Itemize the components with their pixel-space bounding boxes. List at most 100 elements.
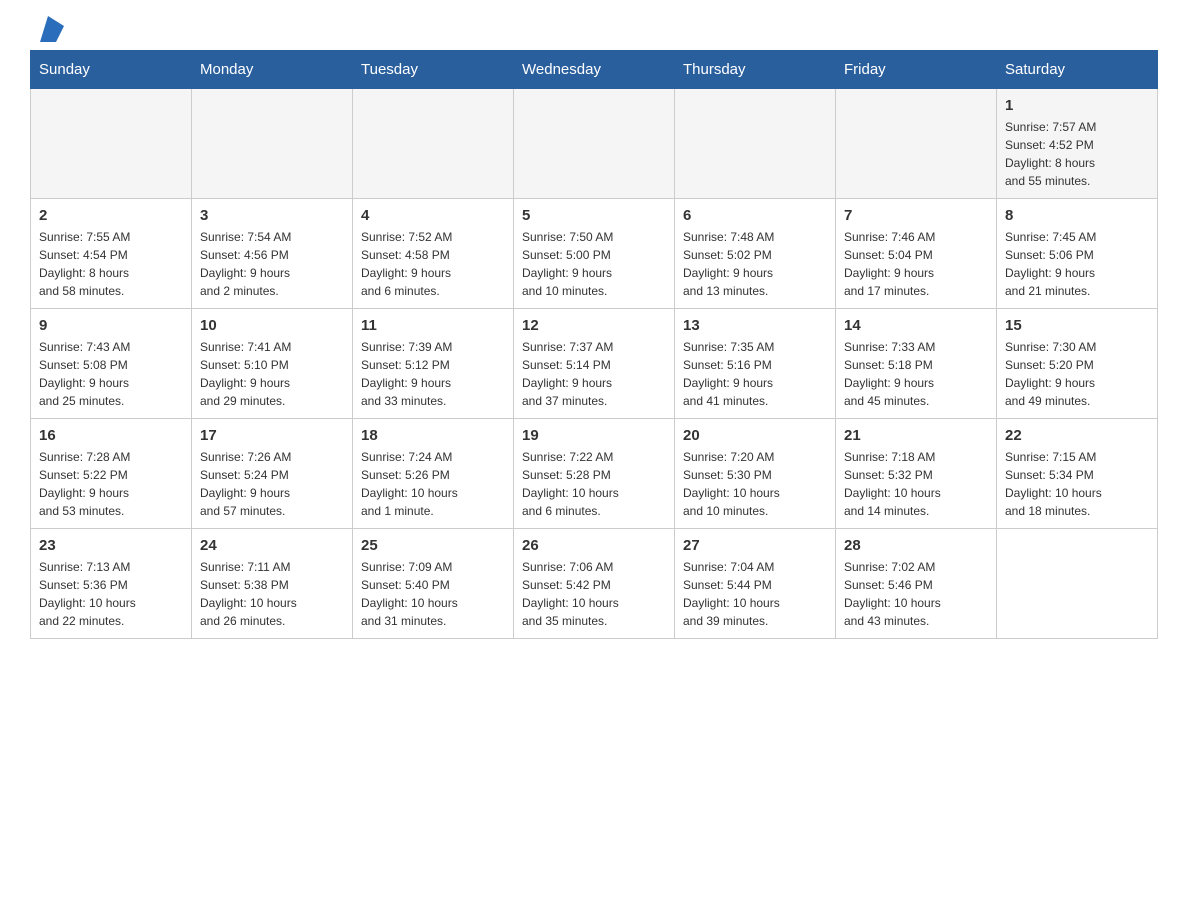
- day-number: 10: [200, 317, 344, 334]
- day-number: 15: [1005, 317, 1149, 334]
- calendar-cell: 8 Sunrise: 7:45 AM Sunset: 5:06 PM Daylig…: [997, 199, 1158, 309]
- day-number: 25: [361, 537, 505, 554]
- day-info: Sunrise: 7:22 AM Sunset: 5:28 PM Dayligh…: [522, 448, 666, 520]
- calendar-cell: 13 Sunrise: 7:35 AM Sunset: 5:16 PM Dayli…: [675, 309, 836, 419]
- day-number: 8: [1005, 207, 1149, 224]
- calendar-cell: 25Sunrise: 7:09 AM Sunset: 5:40 PM Dayli…: [353, 529, 514, 639]
- calendar-cell: [675, 89, 836, 199]
- day-number: 28: [844, 537, 988, 554]
- day-number: 16: [39, 427, 183, 444]
- calendar-table: SundayMondayTuesdayWednesdayThursdayFrid…: [30, 50, 1158, 639]
- day-info: Sunrise: 7:24 AM Sunset: 5:26 PM Dayligh…: [361, 448, 505, 520]
- day-info: Sunrise: 7:48 AM Sunset: 5:02 PM Dayligh…: [683, 228, 827, 300]
- day-info: Sunrise: 7:41 AM Sunset: 5:10 PM Dayligh…: [200, 338, 344, 410]
- calendar-cell: 17 Sunrise: 7:26 AM Sunset: 5:24 PM Dayli…: [192, 419, 353, 529]
- calendar-cell: 1 Sunrise: 7:57 AM Sunset: 4:52 PM Daylig…: [997, 89, 1158, 199]
- day-info: Sunrise: 7:50 AM Sunset: 5:00 PM Dayligh…: [522, 228, 666, 300]
- day-info: Sunrise: 7:52 AM Sunset: 4:58 PM Dayligh…: [361, 228, 505, 300]
- day-of-week-header: Monday: [192, 51, 353, 89]
- calendar-cell: 3 Sunrise: 7:54 AM Sunset: 4:56 PM Daylig…: [192, 199, 353, 309]
- calendar-cell: [31, 89, 192, 199]
- calendar-cell: [997, 529, 1158, 639]
- day-info: Sunrise: 7:11 AM Sunset: 5:38 PM Dayligh…: [200, 558, 344, 630]
- calendar-cell: [353, 89, 514, 199]
- day-of-week-header: Wednesday: [514, 51, 675, 89]
- day-number: 3: [200, 207, 344, 224]
- day-of-week-header: Thursday: [675, 51, 836, 89]
- day-of-week-header: Sunday: [31, 51, 192, 89]
- calendar-cell: 28 Sunrise: 7:02 AM Sunset: 5:46 PM Dayli…: [836, 529, 997, 639]
- calendar-cell: 7 Sunrise: 7:46 AM Sunset: 5:04 PM Daylig…: [836, 199, 997, 309]
- day-number: 19: [522, 427, 666, 444]
- calendar-cell: 20Sunrise: 7:20 AM Sunset: 5:30 PM Dayli…: [675, 419, 836, 529]
- calendar-cell: 2 Sunrise: 7:55 AM Sunset: 4:54 PM Daylig…: [31, 199, 192, 309]
- day-number: 14: [844, 317, 988, 334]
- calendar-week-row: 16 Sunrise: 7:28 AM Sunset: 5:22 PM Dayli…: [31, 419, 1158, 529]
- day-info: Sunrise: 7:20 AM Sunset: 5:30 PM Dayligh…: [683, 448, 827, 520]
- calendar-week-row: 9 Sunrise: 7:43 AM Sunset: 5:08 PM Daylig…: [31, 309, 1158, 419]
- day-of-week-header: Saturday: [997, 51, 1158, 89]
- day-number: 26: [522, 537, 666, 554]
- calendar-cell: 27 Sunrise: 7:04 AM Sunset: 5:44 PM Dayli…: [675, 529, 836, 639]
- day-info: Sunrise: 7:13 AM Sunset: 5:36 PM Dayligh…: [39, 558, 183, 630]
- day-info: Sunrise: 7:57 AM Sunset: 4:52 PM Dayligh…: [1005, 118, 1149, 190]
- day-info: Sunrise: 7:15 AM Sunset: 5:34 PM Dayligh…: [1005, 448, 1149, 520]
- day-number: 27: [683, 537, 827, 554]
- day-number: 24: [200, 537, 344, 554]
- logo-triangle-icon: [32, 16, 64, 44]
- day-of-week-header: Tuesday: [353, 51, 514, 89]
- calendar-cell: 22 Sunrise: 7:15 AM Sunset: 5:34 PM Dayli…: [997, 419, 1158, 529]
- day-number: 18: [361, 427, 505, 444]
- day-info: Sunrise: 7:39 AM Sunset: 5:12 PM Dayligh…: [361, 338, 505, 410]
- day-number: 23: [39, 537, 183, 554]
- calendar-cell: 11Sunrise: 7:39 AM Sunset: 5:12 PM Dayli…: [353, 309, 514, 419]
- page-header: [30, 20, 1158, 40]
- day-number: 7: [844, 207, 988, 224]
- calendar-week-row: 1 Sunrise: 7:57 AM Sunset: 4:52 PM Daylig…: [31, 89, 1158, 199]
- day-info: Sunrise: 7:35 AM Sunset: 5:16 PM Dayligh…: [683, 338, 827, 410]
- day-number: 9: [39, 317, 183, 334]
- day-info: Sunrise: 7:33 AM Sunset: 5:18 PM Dayligh…: [844, 338, 988, 410]
- day-number: 17: [200, 427, 344, 444]
- day-number: 5: [522, 207, 666, 224]
- day-info: Sunrise: 7:55 AM Sunset: 4:54 PM Dayligh…: [39, 228, 183, 300]
- logo: [30, 20, 64, 40]
- day-number: 13: [683, 317, 827, 334]
- calendar-cell: 5 Sunrise: 7:50 AM Sunset: 5:00 PM Daylig…: [514, 199, 675, 309]
- calendar-cell: 4 Sunrise: 7:52 AM Sunset: 4:58 PM Daylig…: [353, 199, 514, 309]
- calendar-cell: 16 Sunrise: 7:28 AM Sunset: 5:22 PM Dayli…: [31, 419, 192, 529]
- calendar-cell: [514, 89, 675, 199]
- calendar-week-row: 2 Sunrise: 7:55 AM Sunset: 4:54 PM Daylig…: [31, 199, 1158, 309]
- day-info: Sunrise: 7:46 AM Sunset: 5:04 PM Dayligh…: [844, 228, 988, 300]
- calendar-cell: 23 Sunrise: 7:13 AM Sunset: 5:36 PM Dayli…: [31, 529, 192, 639]
- calendar-cell: 15 Sunrise: 7:30 AM Sunset: 5:20 PM Dayli…: [997, 309, 1158, 419]
- calendar-cell: 14 Sunrise: 7:33 AM Sunset: 5:18 PM Dayli…: [836, 309, 997, 419]
- calendar-cell: 24 Sunrise: 7:11 AM Sunset: 5:38 PM Dayli…: [192, 529, 353, 639]
- calendar-cell: 10 Sunrise: 7:41 AM Sunset: 5:10 PM Dayli…: [192, 309, 353, 419]
- day-info: Sunrise: 7:26 AM Sunset: 5:24 PM Dayligh…: [200, 448, 344, 520]
- calendar-cell: 12Sunrise: 7:37 AM Sunset: 5:14 PM Dayli…: [514, 309, 675, 419]
- day-number: 2: [39, 207, 183, 224]
- day-info: Sunrise: 7:06 AM Sunset: 5:42 PM Dayligh…: [522, 558, 666, 630]
- day-number: 1: [1005, 97, 1149, 114]
- day-info: Sunrise: 7:04 AM Sunset: 5:44 PM Dayligh…: [683, 558, 827, 630]
- day-number: 4: [361, 207, 505, 224]
- day-info: Sunrise: 7:43 AM Sunset: 5:08 PM Dayligh…: [39, 338, 183, 410]
- day-info: Sunrise: 7:37 AM Sunset: 5:14 PM Dayligh…: [522, 338, 666, 410]
- calendar-cell: 9 Sunrise: 7:43 AM Sunset: 5:08 PM Daylig…: [31, 309, 192, 419]
- calendar-cell: 26 Sunrise: 7:06 AM Sunset: 5:42 PM Dayli…: [514, 529, 675, 639]
- day-number: 21: [844, 427, 988, 444]
- day-number: 22: [1005, 427, 1149, 444]
- calendar-week-row: 23 Sunrise: 7:13 AM Sunset: 5:36 PM Dayli…: [31, 529, 1158, 639]
- day-info: Sunrise: 7:18 AM Sunset: 5:32 PM Dayligh…: [844, 448, 988, 520]
- day-of-week-header: Friday: [836, 51, 997, 89]
- day-info: Sunrise: 7:45 AM Sunset: 5:06 PM Dayligh…: [1005, 228, 1149, 300]
- calendar-cell: 19 Sunrise: 7:22 AM Sunset: 5:28 PM Dayli…: [514, 419, 675, 529]
- calendar-cell: 18 Sunrise: 7:24 AM Sunset: 5:26 PM Dayli…: [353, 419, 514, 529]
- calendar-cell: [836, 89, 997, 199]
- calendar-header-row: SundayMondayTuesdayWednesdayThursdayFrid…: [31, 51, 1158, 89]
- day-info: Sunrise: 7:02 AM Sunset: 5:46 PM Dayligh…: [844, 558, 988, 630]
- day-info: Sunrise: 7:28 AM Sunset: 5:22 PM Dayligh…: [39, 448, 183, 520]
- day-info: Sunrise: 7:54 AM Sunset: 4:56 PM Dayligh…: [200, 228, 344, 300]
- day-info: Sunrise: 7:30 AM Sunset: 5:20 PM Dayligh…: [1005, 338, 1149, 410]
